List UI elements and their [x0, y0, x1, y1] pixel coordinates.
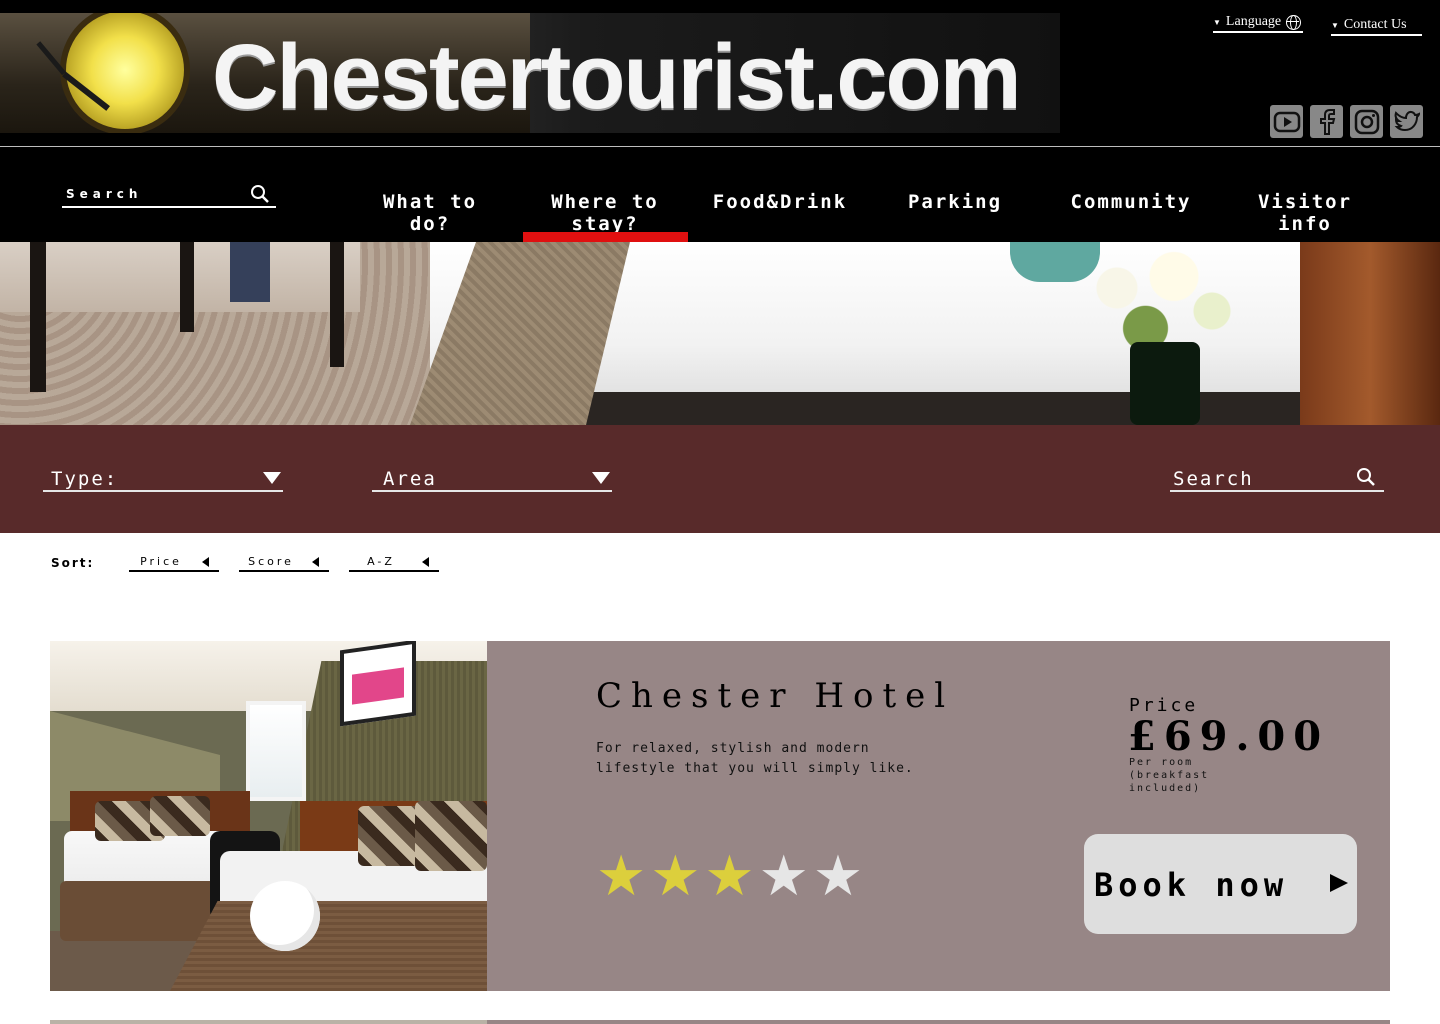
chair-leg [30, 242, 46, 392]
clock-icon [60, 13, 190, 133]
nav-item-parking[interactable]: Parking [885, 191, 1025, 213]
nav-search-input[interactable]: Search [62, 180, 276, 208]
chevron-down-icon [592, 472, 610, 484]
type-label: Type: [51, 468, 119, 490]
sort-az-button[interactable]: A-Z [349, 553, 439, 572]
nav-item-visitor-info[interactable]: Visitor info [1234, 191, 1376, 235]
type-dropdown[interactable]: Type: [43, 460, 283, 492]
instagram-icon[interactable] [1350, 105, 1383, 138]
caret-left-icon [312, 557, 319, 567]
photo-pillow [150, 796, 210, 836]
hotel-photo[interactable] [50, 641, 487, 991]
caret-left-icon [422, 557, 429, 567]
star-filled-icon: ★ [650, 844, 701, 909]
star-filled-icon: ★ [704, 844, 755, 909]
sort-score-button[interactable]: Score [239, 553, 329, 572]
photo-towel [250, 881, 320, 951]
star-filled-icon: ★ [596, 844, 647, 909]
hero-vase [1130, 342, 1200, 425]
globe-icon [1286, 14, 1302, 30]
sort-price-button[interactable]: Price [129, 553, 219, 572]
logo-text: Chestertourist.com [212, 26, 1021, 128]
play-arrow-icon [1330, 874, 1348, 892]
site-logo[interactable]: Chestertourist.com [0, 13, 1060, 133]
hero-flowers [1060, 242, 1250, 357]
chair-leg [180, 242, 194, 332]
photo-window [246, 701, 306, 801]
photo-frame [340, 641, 416, 727]
nav-search-placeholder: Search [66, 187, 143, 201]
chevron-down-icon [263, 472, 281, 484]
book-now-button[interactable]: Book now [1084, 834, 1357, 934]
caret-left-icon [202, 557, 209, 567]
book-now-label: Book now [1094, 866, 1289, 904]
caret-down-icon: ▼ [1213, 17, 1221, 27]
search-icon[interactable] [250, 184, 270, 204]
hotel-description: For relaxed, stylish and modern lifestyl… [596, 741, 914, 776]
star-empty-icon: ★ [812, 844, 864, 909]
filter-search-input[interactable]: Search [1170, 460, 1384, 492]
language-label: Language [1225, 14, 1282, 29]
nav-item-food-drink[interactable]: Food&Drink [710, 191, 850, 213]
hotel-card: Chester Hotel For relaxed, stylish and m… [50, 641, 1390, 991]
top-header: Chestertourist.com ▼ Language ▼ Contact … [0, 0, 1440, 146]
facebook-icon[interactable] [1310, 105, 1343, 138]
filter-search-placeholder: Search [1173, 468, 1254, 490]
youtube-icon[interactable] [1270, 105, 1303, 138]
contact-label: Contact Us [1343, 17, 1407, 32]
nav-item-community[interactable]: Community [1060, 191, 1202, 213]
star-empty-icon: ★ [758, 844, 809, 909]
area-label: Area [383, 468, 437, 490]
photo-blanket [170, 901, 487, 991]
hero-stairs [1300, 242, 1440, 425]
contact-dropdown[interactable]: ▼ Contact Us [1331, 17, 1422, 36]
sort-option-label: Price [140, 555, 182, 568]
caret-down-icon: ▼ [1331, 20, 1339, 30]
chair-leg [330, 242, 344, 367]
nav-item-where-to-stay[interactable]: Where to stay? [520, 191, 690, 235]
chair-seat [230, 242, 270, 302]
price-value: £69.00 [1128, 713, 1330, 760]
price-note: Per room (breakfast included) [1129, 757, 1210, 794]
hotel-photo-next [50, 1020, 487, 1024]
sort-option-label: A-Z [367, 555, 395, 568]
area-dropdown[interactable]: Area [372, 460, 612, 492]
nav-item-what-to-do[interactable]: What to do? [360, 191, 500, 235]
hero-image [0, 242, 1440, 425]
nav-active-indicator [523, 232, 688, 242]
language-dropdown[interactable]: ▼ Language [1213, 14, 1303, 33]
star-rating: ★ ★ ★ ★ ★ [596, 849, 863, 905]
twitter-icon[interactable] [1390, 105, 1423, 138]
sort-label: Sort: [51, 556, 95, 570]
sort-option-label: Score [248, 555, 294, 568]
hotel-name[interactable]: Chester Hotel [596, 676, 954, 716]
main-nav: Search What to do? Where to stay? Food&D… [0, 147, 1440, 242]
photo-pillow [415, 801, 487, 871]
search-icon[interactable] [1356, 467, 1376, 487]
